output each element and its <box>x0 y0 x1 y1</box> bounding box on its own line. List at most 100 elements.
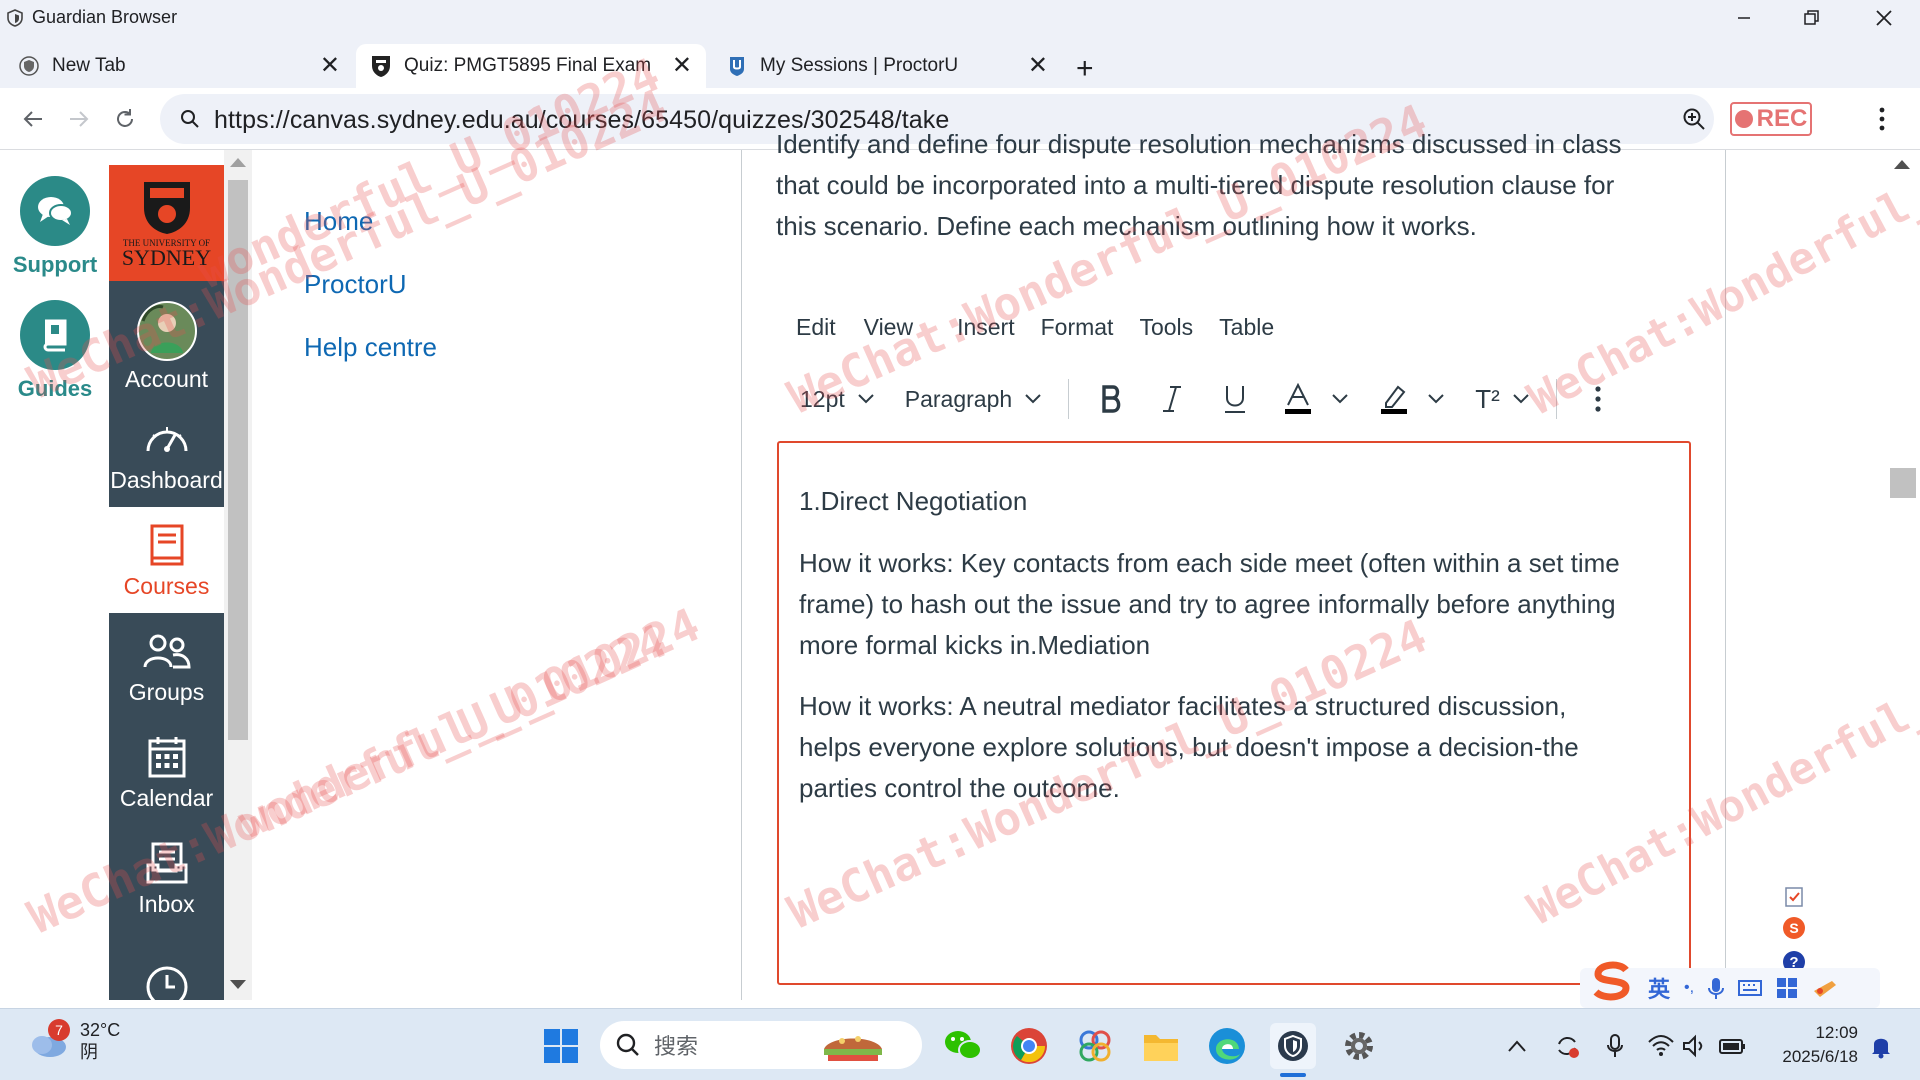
clipboard-icon[interactable] <box>1782 884 1806 908</box>
university-logo[interactable]: THE UNIVERSITY OF SYDNEY <box>109 165 224 281</box>
left-scrollbar[interactable] <box>224 150 252 1000</box>
history-icon[interactable] <box>145 965 189 1000</box>
notification-bell-icon[interactable] <box>1866 1031 1896 1061</box>
course-nav-home[interactable]: Home <box>304 206 373 237</box>
new-tab-button[interactable]: + <box>1076 52 1094 86</box>
menu-insert[interactable]: Insert <box>935 310 1037 350</box>
italic-button[interactable] <box>1161 384 1183 414</box>
tab-proctoru[interactable]: My Sessions | ProctorU ✕ <box>712 44 1062 88</box>
bold-button[interactable] <box>1099 384 1125 414</box>
nav-account[interactable]: Account <box>109 293 224 399</box>
microphone-icon[interactable] <box>1708 976 1725 1000</box>
weather-condition: 阴 <box>80 1042 98 1062</box>
microphone-icon[interactable] <box>1600 1031 1630 1061</box>
volume-icon[interactable] <box>1680 1031 1710 1061</box>
more-tools-button[interactable] <box>1595 385 1601 413</box>
text-color-button[interactable] <box>1285 383 1349 415</box>
superscript-button[interactable]: T² <box>1475 384 1530 415</box>
nav-inbox[interactable]: Inbox <box>109 825 224 931</box>
nav-groups[interactable]: Groups <box>109 613 224 719</box>
clock[interactable]: 12:09 2025/6/18 <box>1768 1021 1858 1069</box>
menu-view[interactable]: View <box>860 310 935 350</box>
taskbar-search[interactable]: 搜索 <box>600 1021 922 1069</box>
wifi-icon[interactable] <box>1646 1031 1676 1061</box>
course-nav-proctoru[interactable]: ProctorU <box>304 269 407 300</box>
close-tab-icon[interactable]: ✕ <box>672 54 692 78</box>
nav-calendar[interactable]: Calendar <box>109 719 224 825</box>
scroll-down-icon[interactable] <box>230 980 246 989</box>
nav-dashboard[interactable]: Dashboard <box>109 401 224 507</box>
skin-icon[interactable] <box>1812 977 1838 999</box>
support-button[interactable]: Support <box>8 176 102 278</box>
sogou-logo-icon[interactable] <box>1590 960 1634 1002</box>
ime-punctuation[interactable]: •, <box>1684 979 1694 997</box>
scroll-up-icon[interactable] <box>230 158 246 167</box>
keyboard-icon[interactable] <box>1738 979 1763 997</box>
block-format-select[interactable]: Paragraph <box>905 386 1042 413</box>
settings-icon[interactable] <box>1336 1023 1382 1069</box>
bold-icon <box>1102 385 1121 413</box>
more-menu-icon[interactable] <box>1878 106 1886 132</box>
minimize-button[interactable] <box>1710 0 1778 36</box>
left-scroll-thumb[interactable] <box>228 180 248 740</box>
toolbox-icon[interactable] <box>1776 977 1798 999</box>
guides-label: Guides <box>17 376 93 401</box>
ime-toolbar: 英 •, <box>1580 961 1880 1008</box>
page-scroll-thumb[interactable] <box>1890 468 1916 498</box>
forward-button[interactable] <box>62 102 96 136</box>
wechat-icon[interactable] <box>940 1023 986 1069</box>
menu-table[interactable]: Table <box>1215 310 1296 350</box>
page-scrollbar[interactable] <box>1884 150 1920 1000</box>
university-crest-icon <box>370 55 392 77</box>
nav-label: Dashboard <box>110 466 223 493</box>
sogou-icon[interactable]: S <box>1782 916 1806 940</box>
pinwheel-app-icon[interactable] <box>1072 1023 1118 1069</box>
restore-button[interactable] <box>1778 0 1846 36</box>
close-window-button[interactable] <box>1850 0 1918 36</box>
reload-button[interactable] <box>108 102 142 136</box>
calendar-icon <box>147 733 187 781</box>
support-label: Support <box>12 252 98 277</box>
guides-button[interactable]: Guides <box>8 300 102 402</box>
font-size-select[interactable]: 12pt <box>800 386 875 413</box>
chevron-up-icon[interactable] <box>1502 1031 1532 1061</box>
underline-button[interactable] <box>1223 384 1247 414</box>
chevron-down-icon <box>1513 394 1529 404</box>
avatar <box>136 300 197 362</box>
menu-tools[interactable]: Tools <box>1135 310 1215 350</box>
search-highlight-icon <box>824 1036 883 1061</box>
scroll-up-icon[interactable] <box>1894 160 1910 169</box>
close-tab-icon[interactable]: ✕ <box>320 54 340 78</box>
menu-format[interactable]: Format <box>1037 310 1136 350</box>
battery-icon[interactable] <box>1718 1031 1748 1061</box>
highlight-color-button[interactable] <box>1381 383 1445 415</box>
close-tab-icon[interactable]: ✕ <box>1028 54 1048 78</box>
edge-icon[interactable] <box>1204 1023 1250 1069</box>
guardian-browser-taskbar-icon[interactable] <box>1270 1023 1316 1077</box>
guardian-shield-icon <box>6 9 24 27</box>
editor-format-toolbar: 12pt Paragraph T² <box>776 372 1696 426</box>
course-nav-help-centre[interactable]: Help centre <box>304 332 437 363</box>
file-explorer-icon[interactable] <box>1138 1023 1184 1069</box>
answer-editor[interactable]: 1.Direct Negotiation How it works: Key c… <box>777 441 1691 985</box>
editor-paragraph: How it works: A neutral mediator facilit… <box>799 691 1567 721</box>
guardian-icon <box>18 55 40 77</box>
tab-strip: New Tab ✕ Quiz: PMGT5895 Final Exam ✕ My… <box>0 36 1920 88</box>
question-text: Identify and define four dispute resolut… <box>776 129 1696 247</box>
tab-quiz[interactable]: Quiz: PMGT5895 Final Exam ✕ <box>356 44 706 88</box>
menu-edit[interactable]: Edit <box>776 310 858 350</box>
tab-label: My Sessions | ProctorU <box>760 55 959 76</box>
start-button[interactable] <box>538 1023 584 1069</box>
nav-courses[interactable]: Courses <box>109 507 224 613</box>
nav-label: Calendar <box>119 784 214 811</box>
chrome-icon[interactable] <box>1006 1023 1052 1069</box>
chat-bubbles-icon <box>20 176 90 246</box>
back-button[interactable] <box>16 102 50 136</box>
sync-icon[interactable] <box>1552 1031 1582 1061</box>
tab-new-tab[interactable]: New Tab ✕ <box>4 44 354 88</box>
helper-column: Support Guides <box>0 150 108 1000</box>
svg-text:S: S <box>1789 920 1798 936</box>
ime-language[interactable]: 英 <box>1648 972 1670 1004</box>
chevron-down-icon <box>1428 394 1444 404</box>
weather-widget[interactable]: 7 32°C 阴 <box>26 1019 120 1063</box>
